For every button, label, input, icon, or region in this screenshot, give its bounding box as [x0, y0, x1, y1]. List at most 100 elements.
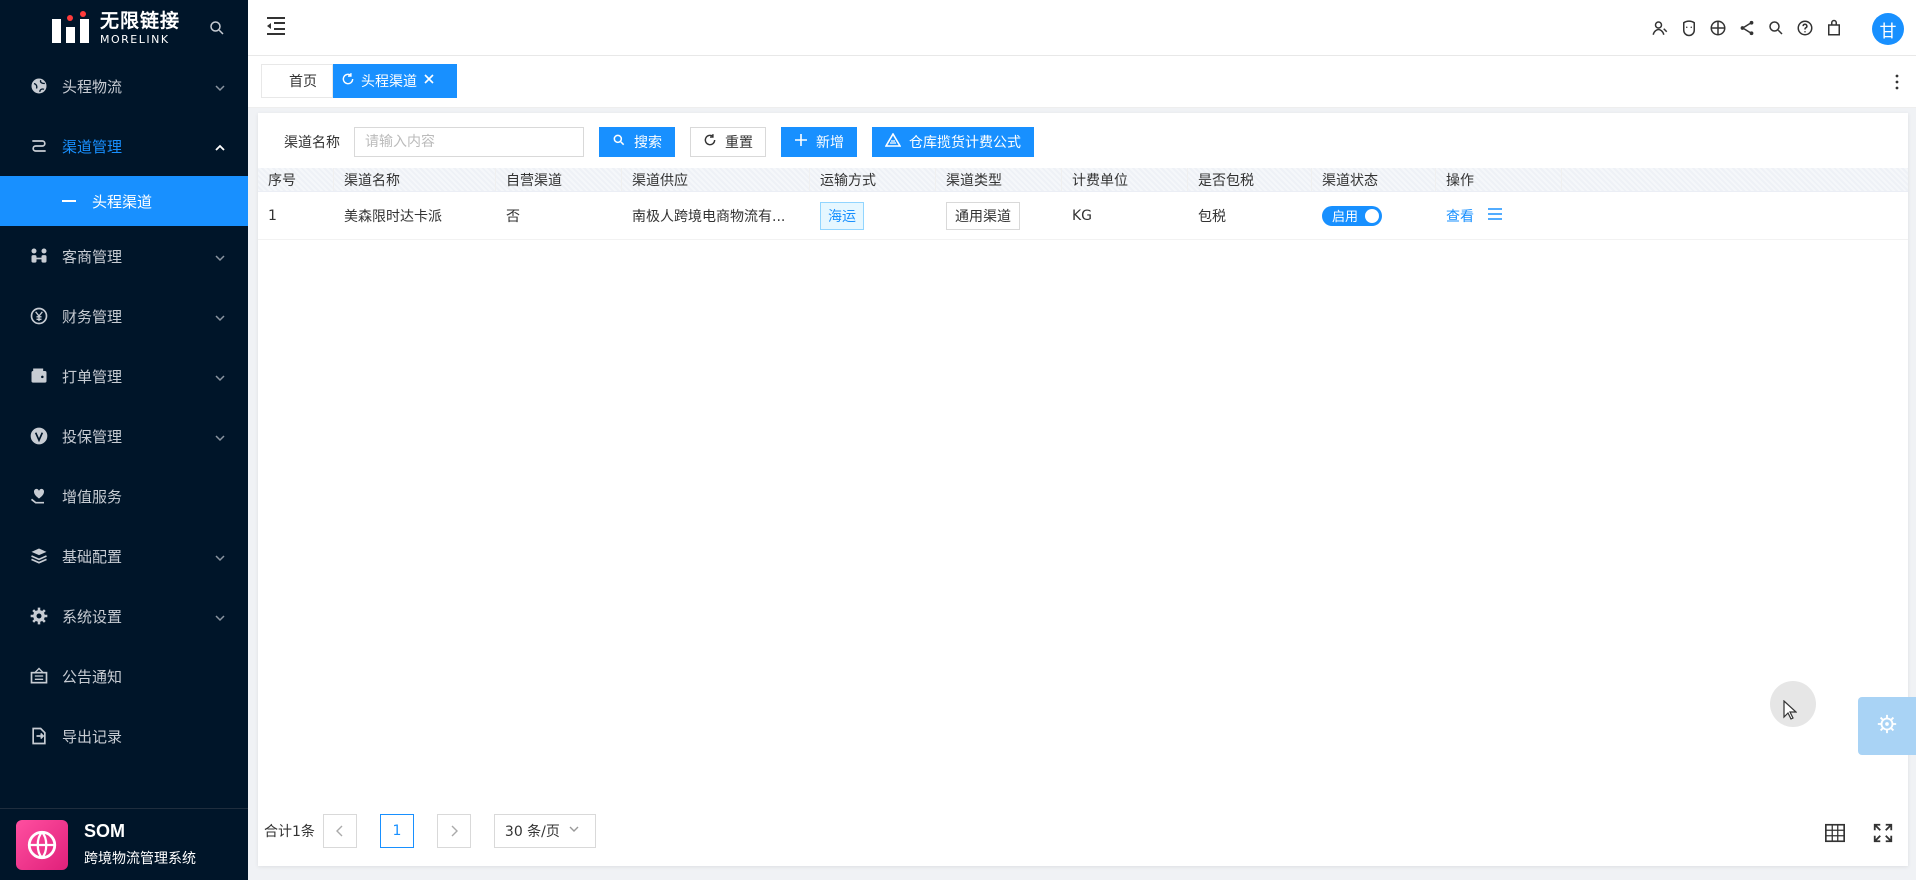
sidebar-item-first-leg-logistics[interactable]: 头程物流: [0, 56, 248, 116]
share-icon[interactable]: [1737, 18, 1757, 38]
warehouse-pickup-formula-button[interactable]: 仓库揽货计费公式: [872, 127, 1034, 157]
route-icon: [28, 135, 50, 157]
theme-settings-button[interactable]: [1858, 697, 1916, 755]
chevron-down-icon: [214, 370, 226, 382]
user-avatar[interactable]: 甘: [1872, 13, 1904, 45]
next-page-button[interactable]: [436, 814, 471, 848]
col-header-status: 渠道状态: [1312, 168, 1436, 191]
wallet-icon: [28, 365, 50, 387]
product-name: SOM: [84, 821, 126, 841]
add-button-label: 新增: [816, 135, 844, 151]
page-tabs: 首页 头程渠道: [248, 56, 1916, 108]
menu-lines-icon[interactable]: [1488, 207, 1502, 224]
announce-icon: [28, 665, 50, 687]
tab-first-leg-channel[interactable]: 头程渠道: [333, 64, 457, 98]
cell-tax-included: 包税: [1198, 208, 1226, 225]
refresh-icon[interactable]: [341, 72, 355, 90]
tab-home[interactable]: 首页: [261, 64, 333, 98]
channel-name-label: 渠道名称: [284, 135, 340, 151]
sidebar: 无限链接 MORELINK 头程物流 渠道管理 头程渠道 客商管理 财务管理 打…: [0, 0, 248, 880]
sidebar-item-finance-management[interactable]: 财务管理: [0, 286, 248, 346]
emoji-icon[interactable]: [1679, 18, 1699, 38]
view-link[interactable]: 查看: [1446, 206, 1474, 226]
bag-icon[interactable]: [1824, 18, 1844, 38]
reset-button-label: 重置: [725, 135, 753, 151]
search-button-label: 搜索: [634, 135, 662, 151]
table-row: 1 美森限时达卡派 否 南极人跨境电商物流有... 海运 通用渠道 KG 包税 …: [258, 192, 1908, 240]
sidebar-menu: 头程物流 渠道管理 头程渠道 客商管理 财务管理 打单管理 投保管理 增值服务 …: [0, 56, 248, 766]
table-header: 序号 渠道名称 自营渠道 渠道供应 运输方式 渠道类型 计费单位 是否包税 渠道…: [258, 168, 1908, 192]
col-header-unit: 计费单位: [1062, 168, 1188, 191]
col-header-channel-type: 渠道类型: [936, 168, 1062, 191]
chevron-up-icon: [214, 140, 226, 152]
sidebar-item-value-added-services[interactable]: 增值服务: [0, 466, 248, 526]
col-header-tax-included: 是否包税: [1188, 168, 1312, 191]
table-settings-icon[interactable]: [1824, 822, 1846, 848]
search-button[interactable]: 搜索: [599, 127, 675, 157]
col-header-actions: 操作: [1436, 168, 1562, 191]
shield-icon: [28, 425, 50, 447]
sidebar-item-label: 打单管理: [62, 367, 123, 386]
page-size-select[interactable]: 30 条/页: [493, 814, 596, 848]
sidebar-item-channel-management[interactable]: 渠道管理: [0, 116, 248, 176]
search-icon[interactable]: [1766, 18, 1786, 38]
page-size-value: 30 条/页: [504, 824, 560, 840]
toggle-knob: [1365, 208, 1379, 223]
sidebar-item-label: 导出记录: [62, 727, 123, 746]
sidebar-item-export-records[interactable]: 导出记录: [0, 706, 248, 766]
sidebar-item-label: 头程物流: [62, 77, 123, 96]
page-number-button[interactable]: 1: [379, 814, 414, 848]
transport-tag: 海运: [820, 201, 864, 230]
sidebar-item-label: 增值服务: [62, 487, 123, 506]
cell-index: 1: [268, 207, 277, 224]
main-content: 渠道名称 搜索 重置 新增 仓库揽货计费公式 序号 渠道名称 自营渠道 渠道供应…: [258, 113, 1908, 866]
sidebar-item-order-printing[interactable]: 打单管理: [0, 346, 248, 406]
dash-icon: [62, 200, 76, 202]
sidebar-subitem-first-leg-channel[interactable]: 头程渠道: [0, 176, 248, 226]
search-form: 渠道名称 搜索 重置 新增 仓库揽货计费公式: [284, 127, 1049, 157]
menu-collapse-icon[interactable]: [264, 14, 288, 38]
chevron-down-icon: [214, 550, 226, 562]
more-vertical-icon[interactable]: [1894, 74, 1900, 90]
globe-icon[interactable]: [1708, 18, 1728, 38]
sidebar-item-label: 投保管理: [62, 427, 123, 446]
chevron-down-icon: [214, 80, 226, 92]
logo-cn-text: 无限链接: [100, 9, 181, 32]
prev-page-button[interactable]: [322, 814, 357, 848]
status-toggle[interactable]: 启用: [1322, 205, 1382, 226]
add-button[interactable]: 新增: [781, 127, 857, 157]
cell-supplier: 南极人跨境电商物流有...: [632, 208, 786, 225]
help-icon[interactable]: [1795, 18, 1815, 38]
sidebar-item-label: 渠道管理: [62, 137, 123, 156]
chevron-down-icon: [568, 823, 580, 839]
reset-button[interactable]: 重置: [690, 127, 766, 157]
heart-hand-icon: [28, 485, 50, 507]
product-logo-icon: [16, 819, 68, 870]
plus-icon: [794, 133, 808, 151]
sidebar-item-label: 公告通知: [62, 667, 123, 686]
sidebar-item-basic-config[interactable]: 基础配置: [0, 526, 248, 586]
formula-button-label: 仓库揽货计费公式: [909, 135, 1021, 151]
refresh-icon: [703, 133, 717, 151]
channel-name-input[interactable]: [354, 127, 584, 157]
col-header-supplier: 渠道供应: [622, 168, 810, 191]
channel-type-tag: 通用渠道: [946, 201, 1020, 230]
fullscreen-icon[interactable]: [1872, 822, 1894, 848]
sidebar-search-icon[interactable]: [208, 19, 226, 37]
sidebar-item-system-settings[interactable]: 系统设置: [0, 586, 248, 646]
product-brand: SOM 跨境物流管理系统: [0, 808, 248, 880]
col-header-transport: 运输方式: [810, 168, 936, 191]
people-icon: [28, 245, 50, 267]
layers-icon: [28, 545, 50, 567]
yuan-icon: [28, 305, 50, 327]
sidebar-item-announcements[interactable]: 公告通知: [0, 646, 248, 706]
top-header: 甘: [248, 0, 1916, 56]
status-toggle-label: 启用: [1332, 210, 1359, 225]
sidebar-item-insurance-management[interactable]: 投保管理: [0, 406, 248, 466]
user-icon[interactable]: [1650, 18, 1670, 38]
gear-icon: [1876, 713, 1898, 739]
col-header-name: 渠道名称: [334, 168, 496, 191]
close-icon[interactable]: [423, 73, 435, 89]
sidebar-item-merchant-management[interactable]: 客商管理: [0, 226, 248, 286]
pagination: 合计1条 1 30 条/页: [264, 814, 596, 848]
